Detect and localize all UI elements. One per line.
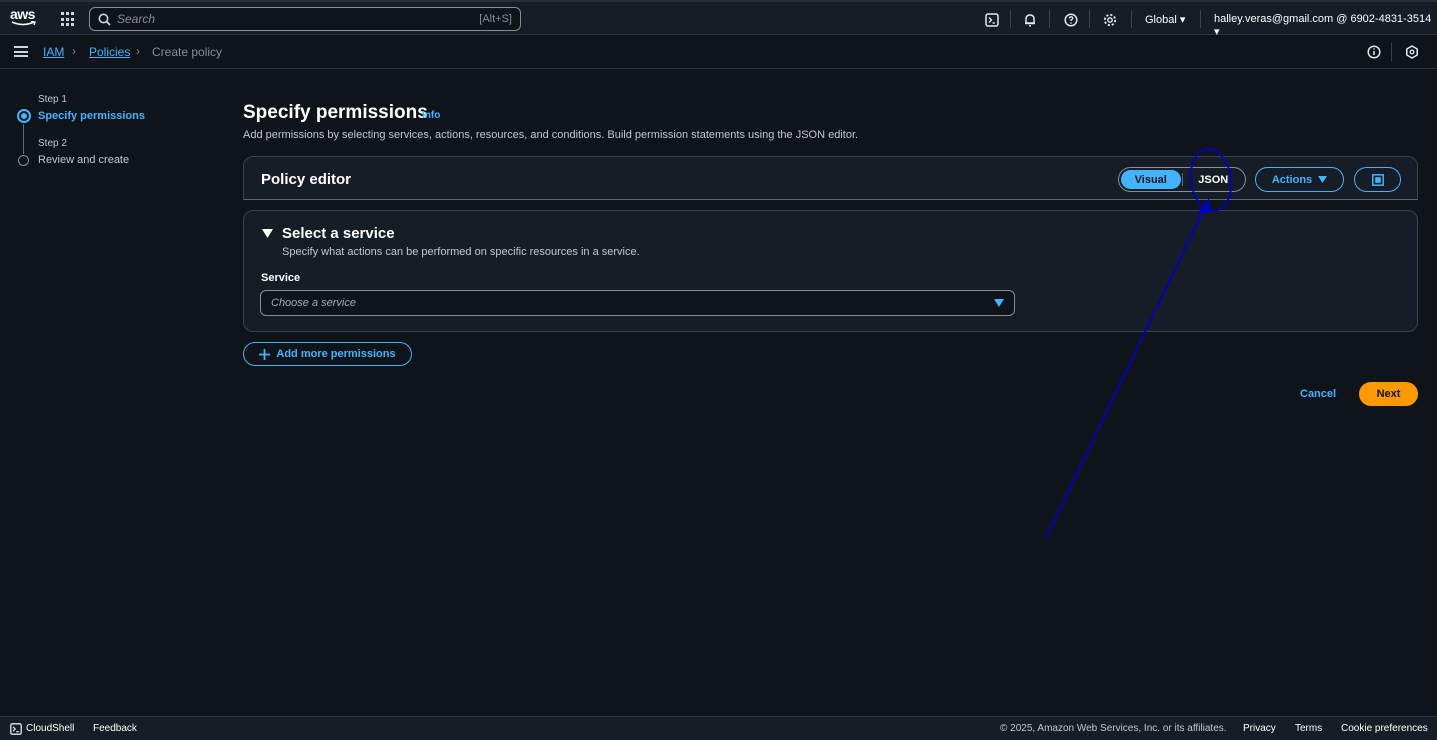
footer-privacy[interactable]: Privacy	[1243, 723, 1276, 734]
cloudshell-icon[interactable]	[984, 12, 1000, 28]
search-shortcut-hint: [Alt+S]	[479, 13, 512, 25]
breadcrumb-bar: IAM › Policies › Create policy	[0, 35, 1437, 69]
section-description: Specify what actions can be performed on…	[282, 246, 640, 258]
step-2-indicator-icon	[18, 155, 29, 166]
step-2-caption: Step 2	[38, 138, 67, 149]
aws-logo[interactable]: aws	[10, 7, 38, 29]
segment-divider	[1181, 173, 1183, 186]
menu-icon[interactable]	[14, 46, 28, 57]
step-1-caption: Step 1	[38, 94, 67, 105]
next-button[interactable]: Next	[1359, 382, 1418, 406]
nav-divider	[1089, 10, 1090, 28]
actions-label: Actions	[1271, 173, 1313, 186]
actions-dropdown-button[interactable]: Actions	[1255, 167, 1344, 192]
info-circle-icon[interactable]	[1366, 44, 1382, 60]
fullscreen-button[interactable]	[1354, 167, 1401, 192]
policy-editor-title: Policy editor	[261, 171, 352, 188]
step-connector	[23, 124, 24, 154]
service-select-placeholder: Choose a service	[271, 297, 356, 309]
fullscreen-icon	[1371, 173, 1384, 186]
policy-editor-header: Policy editor Visual JSON Actions	[243, 156, 1418, 200]
cancel-button[interactable]: Cancel	[1300, 388, 1336, 400]
chevron-right-icon: ›	[72, 44, 76, 58]
search-icon	[98, 13, 111, 26]
chevron-right-icon: ›	[136, 44, 140, 58]
info-link[interactable]: Info	[422, 110, 440, 121]
service-field-label: Service	[261, 272, 301, 284]
step-1-label[interactable]: Specify permissions	[38, 110, 145, 122]
footer-cloudshell[interactable]: CloudShell	[26, 723, 74, 734]
aws-smile-icon	[11, 21, 36, 26]
caret-down-icon	[994, 299, 1004, 307]
add-more-permissions-label: Add more permissions	[276, 348, 396, 360]
add-more-permissions-button[interactable]: Add more permissions	[243, 342, 412, 366]
nav-divider	[1200, 10, 1201, 28]
search-input[interactable]	[117, 12, 480, 26]
caret-down-icon[interactable]	[262, 229, 273, 238]
aws-logo-text: aws	[10, 6, 35, 22]
select-service-section: Select a service Specify what actions ca…	[243, 210, 1418, 332]
region-selector[interactable]: Global ▾	[1145, 13, 1185, 26]
page-title: Specify permissions	[243, 102, 428, 123]
caret-down-icon	[1318, 176, 1328, 183]
nav-divider	[1049, 10, 1050, 28]
section-title[interactable]: Select a service	[282, 225, 395, 242]
top-navigation: aws [Alt+S]	[0, 0, 1437, 38]
editor-mode-toggle: Visual JSON	[1118, 167, 1246, 192]
visual-mode-button[interactable]: Visual	[1121, 170, 1181, 189]
search-bar[interactable]: [Alt+S]	[89, 7, 521, 31]
help-icon[interactable]	[1063, 12, 1079, 28]
footer: CloudShell Feedback © 2025, Amazon Web S…	[0, 716, 1437, 740]
step-1-indicator-icon	[17, 109, 31, 123]
footer-feedback[interactable]: Feedback	[93, 723, 137, 734]
nav-divider	[1131, 10, 1132, 28]
apps-grid-icon[interactable]	[61, 12, 76, 27]
json-mode-button[interactable]: JSON	[1183, 170, 1243, 189]
breadcrumb-policies[interactable]: Policies	[89, 45, 130, 59]
breadcrumb-current: Create policy	[152, 45, 223, 59]
footer-copyright: © 2025, Amazon Web Services, Inc. or its…	[1000, 723, 1227, 734]
breadcrumb-iam[interactable]: IAM	[43, 45, 64, 59]
footer-terms[interactable]: Terms	[1295, 723, 1322, 734]
cloudshell-icon	[10, 723, 22, 735]
hexagon-settings-icon[interactable]	[1404, 44, 1420, 60]
service-select[interactable]: Choose a service	[260, 290, 1015, 316]
nav-divider	[1391, 43, 1392, 61]
annotation-overlay	[1045, 148, 1233, 539]
step-2-label: Review and create	[38, 154, 130, 166]
gear-icon[interactable]	[1102, 12, 1118, 28]
footer-cookie-preferences[interactable]: Cookie preferences	[1341, 723, 1428, 734]
nav-divider	[1010, 10, 1011, 28]
page-description: Add permissions by selecting services, a…	[243, 129, 859, 141]
plus-icon	[259, 348, 271, 360]
bell-icon[interactable]	[1022, 12, 1038, 28]
